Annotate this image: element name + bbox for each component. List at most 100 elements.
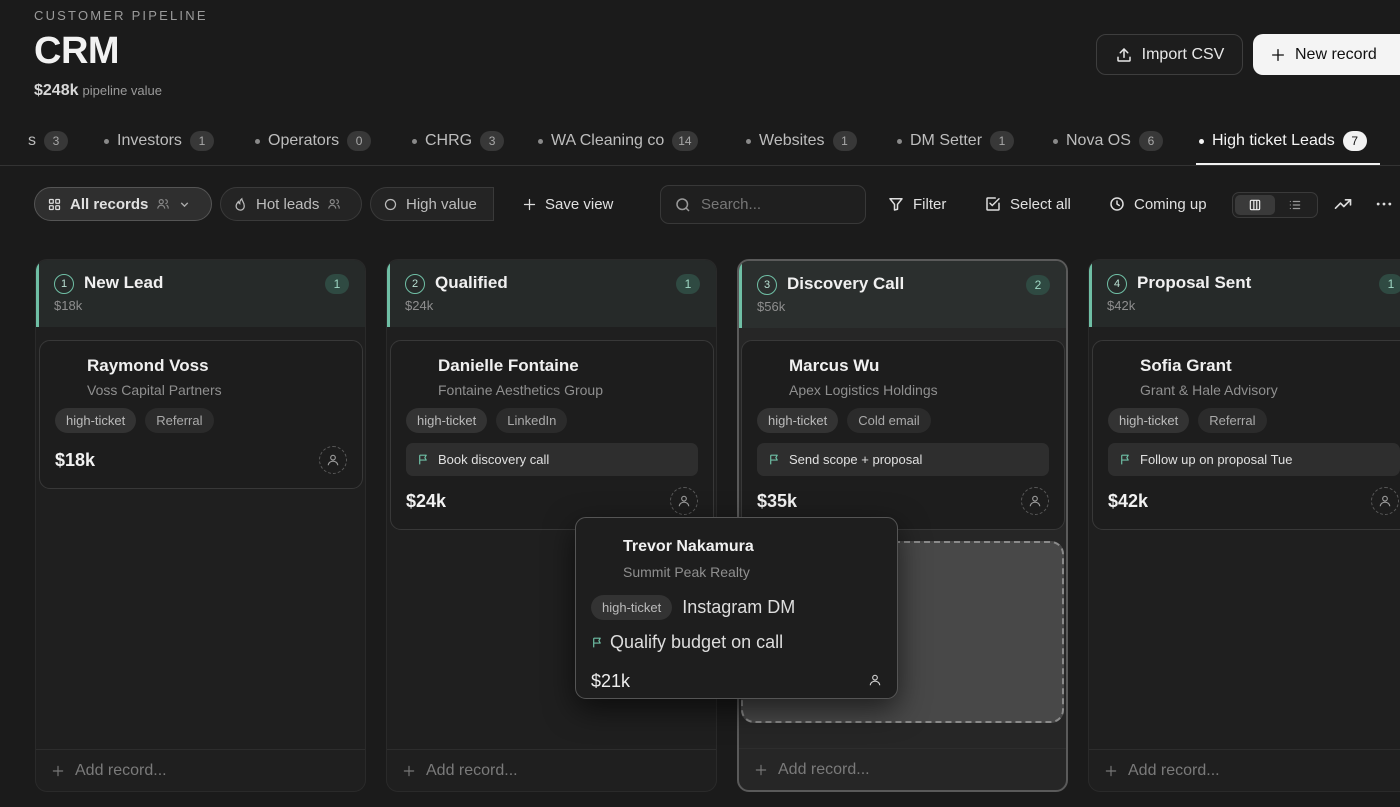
column-number: 3 bbox=[757, 275, 777, 295]
record-amount: $24k bbox=[406, 491, 447, 511]
assign-owner-button[interactable] bbox=[319, 446, 347, 474]
record-name: Danielle Fontaine bbox=[438, 356, 579, 375]
column-count: 1 bbox=[1379, 274, 1400, 294]
column-header: 3 Discovery Call $56k 2 bbox=[739, 261, 1066, 328]
record-company: Apex Logistics Holdings bbox=[789, 382, 938, 398]
all-records-label: All records bbox=[70, 195, 149, 213]
tab-wa-cleaning-co[interactable]: WA Cleaning co 14 bbox=[538, 129, 698, 153]
next-task[interactable]: Qualify budget on call bbox=[591, 632, 783, 653]
tab-partial[interactable]: s 3 bbox=[28, 129, 68, 153]
assign-owner-button[interactable] bbox=[868, 673, 882, 687]
filter-button[interactable]: Filter bbox=[887, 187, 946, 221]
column-value: $56k bbox=[757, 299, 786, 314]
record-name: Marcus Wu bbox=[789, 356, 880, 375]
users-icon bbox=[327, 197, 341, 211]
new-record-label: New record bbox=[1295, 45, 1377, 63]
tag-badge: high-ticket bbox=[55, 408, 137, 433]
source-badge: Cold email bbox=[847, 408, 931, 433]
record-card[interactable]: Raymond Voss Voss Capital Partners high-… bbox=[39, 340, 363, 489]
tab-investors[interactable]: Investors 1 bbox=[104, 129, 214, 153]
users-icon bbox=[156, 197, 170, 211]
record-card[interactable]: Marcus Wu Apex Logistics Holdings high-t… bbox=[741, 340, 1065, 530]
more-options-button[interactable] bbox=[1374, 187, 1394, 221]
tab-dot bbox=[1053, 138, 1058, 144]
search-input[interactable] bbox=[701, 196, 851, 213]
tab-count: 6 bbox=[1138, 131, 1163, 151]
new-record-button[interactable]: New record bbox=[1253, 34, 1400, 75]
save-view-button[interactable]: Save view bbox=[522, 187, 613, 221]
record-card[interactable]: Sofia Grant Grant & Hale Advisory high-t… bbox=[1092, 340, 1400, 530]
hot-leads-view[interactable]: Hot leads bbox=[220, 187, 362, 221]
upload-icon bbox=[1115, 46, 1133, 64]
next-task[interactable]: Send scope + proposal bbox=[757, 443, 1049, 476]
column-value: $24k bbox=[405, 298, 434, 313]
add-record-button[interactable]: Add record... bbox=[387, 749, 716, 791]
assign-owner-button[interactable] bbox=[670, 487, 698, 515]
pipeline-value-label: pipeline value bbox=[82, 83, 163, 98]
coming-up-button[interactable]: Coming up bbox=[1108, 187, 1207, 221]
chevron-down-icon[interactable] bbox=[178, 198, 191, 211]
tab-count: 14 bbox=[672, 131, 698, 151]
record-tags: high-ticket Instagram DM bbox=[591, 595, 795, 620]
plus-icon bbox=[1104, 764, 1118, 778]
flag-icon bbox=[417, 453, 430, 466]
tab-count: 7 bbox=[1342, 131, 1367, 151]
tab-dot bbox=[255, 138, 260, 144]
page-eyebrow: CUSTOMER PIPELINE bbox=[34, 8, 208, 23]
list-icon bbox=[1288, 198, 1302, 212]
import-csv-button[interactable]: Import CSV bbox=[1096, 34, 1243, 75]
record-tags: high-ticket LinkedIn bbox=[406, 408, 568, 433]
all-records-view[interactable]: All records bbox=[34, 187, 212, 221]
tab-high-ticket-leads[interactable]: High ticket Leads 7 bbox=[1199, 129, 1367, 153]
tab-nova-os[interactable]: Nova OS 6 bbox=[1053, 129, 1163, 153]
record-card[interactable]: Danielle Fontaine Fontaine Aesthetics Gr… bbox=[390, 340, 714, 530]
tab-websites[interactable]: Websites 1 bbox=[746, 129, 857, 153]
pipeline-value-amount: $248k bbox=[34, 82, 79, 99]
coming-up-label: Coming up bbox=[1134, 195, 1207, 213]
pipeline-value: $248k pipeline value bbox=[34, 82, 162, 100]
import-csv-label: Import CSV bbox=[1141, 45, 1225, 63]
tab-count: 1 bbox=[189, 131, 214, 151]
next-task[interactable]: Book discovery call bbox=[406, 443, 698, 476]
high-value-label: High value bbox=[406, 195, 477, 213]
high-value-view[interactable]: High value bbox=[370, 187, 494, 221]
assign-owner-button[interactable] bbox=[1021, 487, 1049, 515]
next-task[interactable]: Follow up on proposal Tue bbox=[1108, 443, 1400, 476]
assign-owner-button[interactable] bbox=[1371, 487, 1399, 515]
tag-badge: high-ticket bbox=[406, 408, 488, 433]
record-tags: high-ticket Cold email bbox=[757, 408, 931, 433]
column-count: 1 bbox=[325, 274, 349, 294]
record-company: Summit Peak Realty bbox=[623, 564, 750, 580]
search-box[interactable] bbox=[660, 185, 866, 224]
dragging-record-card[interactable]: Trevor Nakamura Summit Peak Realty high-… bbox=[575, 517, 898, 699]
record-name: Raymond Voss bbox=[87, 356, 209, 375]
add-record-button[interactable]: Add record... bbox=[36, 749, 365, 791]
plus-icon bbox=[51, 764, 65, 778]
record-amount: $35k bbox=[757, 491, 798, 511]
user-icon bbox=[1378, 494, 1392, 508]
column-value: $42k bbox=[1107, 298, 1136, 313]
tab-label: CHRG bbox=[425, 132, 473, 149]
select-all-button[interactable]: Select all bbox=[984, 187, 1071, 221]
tab-dot bbox=[412, 138, 417, 144]
add-record-button[interactable]: Add record... bbox=[739, 748, 1066, 790]
tab-operators[interactable]: Operators 0 bbox=[255, 129, 372, 153]
task-label: Qualify budget on call bbox=[610, 632, 784, 652]
flame-icon bbox=[233, 197, 248, 212]
column-number: 2 bbox=[405, 274, 425, 294]
board-view-toggle[interactable] bbox=[1235, 195, 1275, 215]
tab-label: s bbox=[28, 132, 36, 149]
trend-button[interactable] bbox=[1333, 187, 1353, 221]
add-record-button[interactable]: Add record... bbox=[1089, 749, 1400, 791]
tab-dot bbox=[538, 138, 543, 144]
tab-chrg[interactable]: CHRG 3 bbox=[412, 129, 505, 153]
circle-icon bbox=[383, 197, 398, 212]
task-label: Book discovery call bbox=[438, 452, 550, 467]
column-title: Qualified bbox=[435, 273, 508, 292]
trend-icon bbox=[1333, 194, 1353, 214]
task-label: Follow up on proposal Tue bbox=[1140, 452, 1293, 467]
add-record-label: Add record... bbox=[778, 760, 870, 778]
tab-dm-setter[interactable]: DM Setter 1 bbox=[897, 129, 1015, 153]
column-header: 2 Qualified $24k 1 bbox=[387, 260, 716, 327]
list-view-toggle[interactable] bbox=[1275, 195, 1315, 215]
